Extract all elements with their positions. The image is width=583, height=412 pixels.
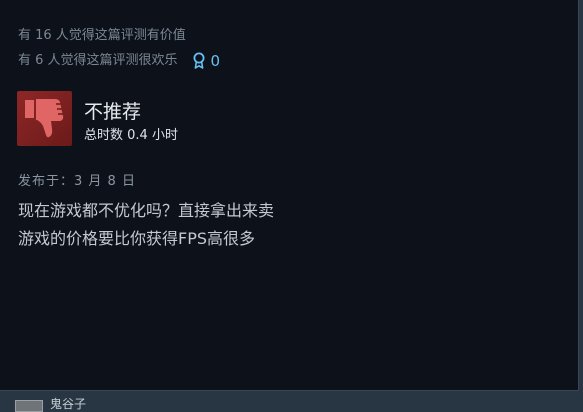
review-card: 有 16 人觉得这篇评测有价值 有 6 人觉得这篇评测很欢乐 0 不推荐 总时数… [0, 0, 579, 391]
funny-count-text: 有 6 人觉得这篇评测很欢乐 [18, 52, 178, 68]
funny-row: 有 6 人觉得这篇评测很欢乐 0 [18, 52, 220, 69]
review-body-line: 游戏的价格要比你获得FPS高很多 [18, 229, 256, 248]
review-body-line: 现在游戏都不优化吗？直接拿出来卖 [18, 201, 275, 220]
avatar[interactable] [15, 400, 43, 412]
helpful-count-text: 有 16 人觉得这篇评测有价值 [18, 28, 186, 43]
award-count: 0 [210, 51, 221, 70]
review-verdict: 不推荐 [84, 101, 142, 123]
award-button[interactable]: 0 [192, 51, 221, 70]
next-review-author[interactable]: 鬼谷子 [50, 397, 86, 411]
thumbs-down-icon [25, 99, 64, 138]
posted-date: 发布于：3 月 8 日 [18, 174, 136, 189]
hours-played: 总时数 0.4 小时 [84, 128, 178, 143]
award-ribbon-icon [193, 52, 205, 69]
thumbs-down-badge [17, 91, 72, 146]
